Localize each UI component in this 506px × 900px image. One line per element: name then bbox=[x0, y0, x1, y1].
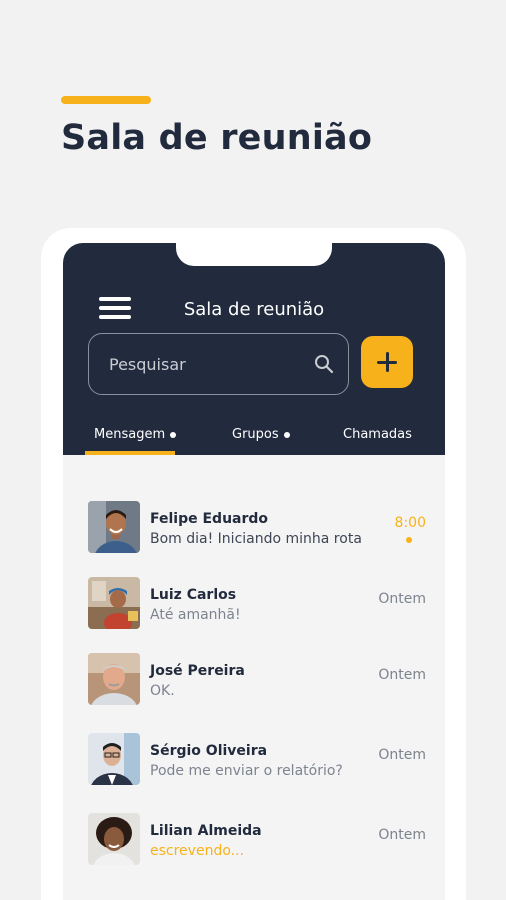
tab-chamadas[interactable]: Chamadas bbox=[343, 427, 412, 455]
search-input[interactable] bbox=[109, 352, 299, 376]
search-icon[interactable] bbox=[314, 354, 334, 374]
conversation-row-lilian[interactable]: Lilian Almeida escrevendo... Ontem bbox=[63, 801, 445, 871]
tab-grupos[interactable]: Grupos bbox=[232, 427, 290, 455]
contact-name: Lilian Almeida bbox=[150, 823, 262, 839]
message-time: Ontem bbox=[378, 747, 426, 763]
search-field[interactable] bbox=[88, 333, 349, 395]
app-title: Sala de reunião bbox=[183, 299, 325, 320]
message-preview: escrevendo... bbox=[150, 843, 244, 859]
avatar bbox=[88, 501, 140, 553]
message-time: Ontem bbox=[378, 827, 426, 843]
promo-headline: Sala de reunião bbox=[61, 118, 373, 158]
message-time: Ontem bbox=[378, 667, 426, 683]
unread-indicator bbox=[406, 537, 412, 543]
active-tab-indicator bbox=[85, 451, 175, 455]
message-time: Ontem bbox=[378, 591, 426, 607]
tab-label: Grupos bbox=[232, 427, 279, 442]
avatar bbox=[88, 813, 140, 865]
conversation-row-jose[interactable]: José Pereira OK. Ontem bbox=[63, 641, 445, 711]
message-time: 8:00 bbox=[394, 515, 426, 531]
message-preview: OK. bbox=[150, 683, 175, 699]
app-header: Sala de reunião Mensagem Grupos Chamadas bbox=[63, 243, 445, 455]
conversation-row-felipe[interactable]: Felipe Eduardo Bom dia! Iniciando minha … bbox=[63, 489, 445, 559]
message-preview: Até amanhã! bbox=[150, 607, 241, 623]
avatar bbox=[88, 733, 140, 785]
accent-bar bbox=[61, 96, 151, 104]
avatar bbox=[88, 653, 140, 705]
tab-label: Chamadas bbox=[343, 427, 412, 442]
tab-bar: Mensagem Grupos Chamadas bbox=[63, 419, 445, 455]
tab-label: Mensagem bbox=[94, 427, 166, 442]
message-preview: Pode me enviar o relatório? bbox=[150, 763, 343, 779]
contact-name: Felipe Eduardo bbox=[150, 511, 269, 527]
avatar bbox=[88, 577, 140, 629]
contact-name: Sérgio Oliveira bbox=[150, 743, 268, 759]
tab-notification-dot bbox=[283, 431, 290, 438]
tab-notification-dot bbox=[170, 431, 177, 438]
app-screen: Sala de reunião Mensagem Grupos Chamadas bbox=[63, 243, 445, 900]
contact-name: Luiz Carlos bbox=[150, 587, 237, 603]
contact-name: José Pereira bbox=[150, 663, 245, 679]
conversation-row-sergio[interactable]: Sérgio Oliveira Pode me enviar o relatór… bbox=[63, 721, 445, 791]
message-preview: Bom dia! Iniciando minha rota bbox=[150, 531, 362, 547]
phone-notch bbox=[176, 243, 332, 266]
add-button[interactable] bbox=[361, 336, 413, 388]
conversation-row-luiz[interactable]: Luiz Carlos Até amanhã! Ontem bbox=[63, 565, 445, 635]
